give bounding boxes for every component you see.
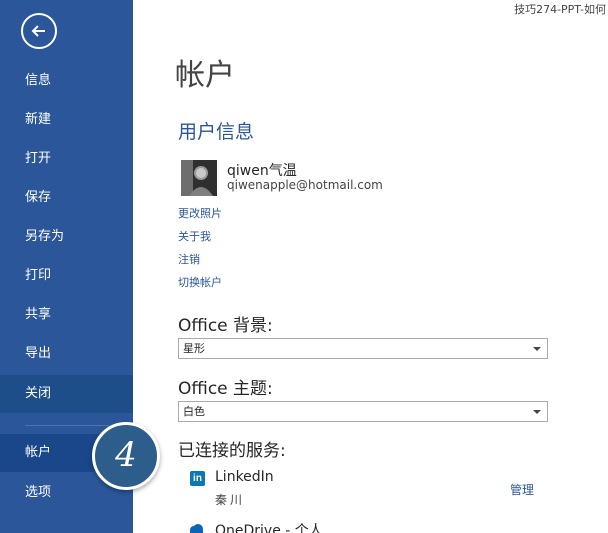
about-me-link[interactable]: 关于我 <box>178 228 211 244</box>
sidebar-item-print[interactable]: 打印 <box>0 257 133 295</box>
sidebar-item-new[interactable]: 新建 <box>0 101 133 139</box>
sidebar-item-open[interactable]: 打开 <box>0 140 133 178</box>
sidebar-item-info[interactable]: 信息 <box>0 62 133 100</box>
chevron-down-icon <box>533 410 541 414</box>
office-theme-value: 白色 <box>183 405 205 418</box>
user-email: qiwenapple@hotmail.com <box>227 178 383 192</box>
sidebar-divider <box>25 425 109 426</box>
linkedin-service-name: LinkedIn <box>215 469 274 485</box>
sidebar-item-share[interactable]: 共享 <box>0 296 133 334</box>
sidebar-item-save[interactable]: 保存 <box>0 179 133 217</box>
manage-linkedin-link[interactable]: 管理 <box>510 481 534 498</box>
document-title: 技巧274-PPT-如何 <box>514 3 606 16</box>
sidebar-item-save-as[interactable]: 另存为 <box>0 218 133 256</box>
sign-out-link[interactable]: 注销 <box>178 251 200 267</box>
linkedin-icon: in <box>190 471 205 486</box>
office-theme-label: Office 主题: <box>178 379 273 399</box>
sidebar-item-close[interactable]: 关闭 <box>0 375 133 413</box>
back-button[interactable] <box>21 13 57 49</box>
page-title: 帐户 <box>175 58 235 93</box>
office-theme-select[interactable]: 白色 <box>178 401 548 422</box>
linkedin-service-user: 秦川 <box>215 493 246 507</box>
office-background-label: Office 背景: <box>178 316 273 336</box>
step-number-badge: 4 <box>92 422 160 490</box>
onedrive-service-name: OneDrive - 个人 <box>215 523 323 533</box>
change-photo-link[interactable]: 更改照片 <box>178 205 222 221</box>
switch-account-link[interactable]: 切换帐户 <box>178 274 222 290</box>
onedrive-icon <box>190 524 203 533</box>
back-arrow-icon <box>31 25 45 37</box>
chevron-down-icon <box>533 347 541 351</box>
user-info-heading: 用户信息 <box>178 121 255 143</box>
connected-services-label: 已连接的服务: <box>178 441 286 461</box>
office-background-select[interactable]: 星形 <box>178 338 548 359</box>
office-background-value: 星形 <box>183 342 205 355</box>
avatar <box>181 160 217 196</box>
user-name: qiwen气温 <box>227 163 297 179</box>
sidebar-item-export[interactable]: 导出 <box>0 335 133 373</box>
user-photo-icon <box>181 160 217 196</box>
